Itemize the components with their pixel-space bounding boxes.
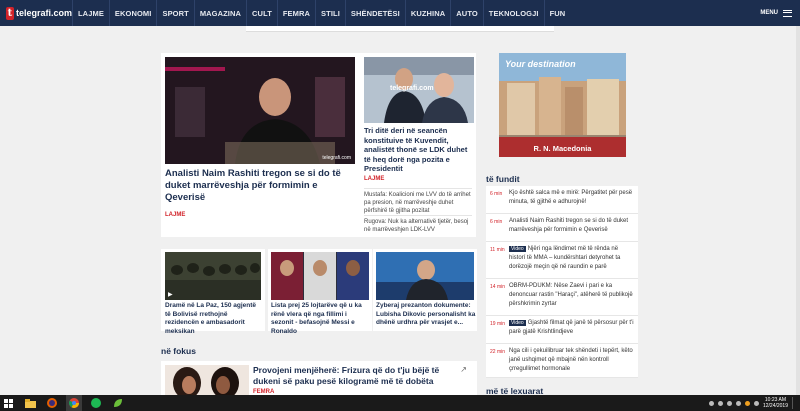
nav-item-fun[interactable]: FUN bbox=[543, 0, 571, 26]
feed-item[interactable]: 19 min Video Gjashtë filmat që janë të pë… bbox=[486, 316, 638, 344]
studio-photo bbox=[165, 57, 355, 164]
nav-item-lajme[interactable]: LAJME bbox=[72, 0, 109, 26]
footballers-photo bbox=[271, 252, 369, 300]
nav-item-auto[interactable]: AUTO bbox=[450, 0, 483, 26]
feed-text[interactable]: Kjo është salca më e mirë: Përgatitet pë… bbox=[509, 189, 634, 210]
nav-item-ekonomi[interactable]: EKONOMI bbox=[108, 0, 157, 26]
related-link-1[interactable]: Mustafa: Koalicioni me LVV do të arrihet… bbox=[364, 188, 472, 215]
ne-fokus-heading[interactable]: në fokus bbox=[161, 346, 196, 356]
feed-time: 11 min bbox=[490, 247, 505, 253]
play-icon: ▶ bbox=[168, 292, 173, 298]
show-desktop-button[interactable] bbox=[792, 397, 796, 409]
menu-button[interactable]: MENU bbox=[760, 0, 792, 26]
feed-text[interactable]: OBRM-PDUKM: Nëse Zaevi i pari e ka denon… bbox=[509, 282, 634, 312]
hair-photo bbox=[165, 365, 249, 395]
second-story-category[interactable]: LAJME bbox=[364, 176, 384, 182]
nav-item-shëndetësi[interactable]: SHËNDETËSI bbox=[344, 0, 405, 26]
main-story-title[interactable]: Analisti Naim Rashiti tregon se si do të… bbox=[165, 168, 355, 204]
ad-headline: Your destination bbox=[505, 59, 576, 69]
hamburger-icon bbox=[783, 9, 792, 17]
feed-text[interactable]: Video Njëri nga lëndimet më të rënda në h… bbox=[509, 245, 634, 275]
main-story-image[interactable]: telegrafi.com bbox=[165, 57, 355, 164]
tray-icon[interactable] bbox=[708, 400, 714, 406]
main-nav: LAJME EKONOMI SPORT MAGAZINA CULT FEMRA STILI S… bbox=[72, 0, 570, 26]
share-icon[interactable]: ↗ bbox=[460, 365, 467, 374]
top-ad-banner[interactable] bbox=[246, 26, 554, 32]
spotify-icon[interactable] bbox=[88, 395, 104, 411]
feed-time: 6 min bbox=[490, 191, 503, 197]
feed-time: 22 min bbox=[490, 349, 506, 355]
small-story-card[interactable]: Zyberaj prezanton dokumente: Lubisha Dik… bbox=[373, 249, 477, 331]
feed-item[interactable]: 22 min Nga cili i çekuilibruar tek shënd… bbox=[486, 344, 638, 378]
second-story-card[interactable]: telegrafi.com Tri ditë deri në seancën k… bbox=[360, 53, 476, 237]
video-badge: Video bbox=[509, 246, 526, 252]
feed-item[interactable]: 6 min Analisti Naim Rashiti tregon se si… bbox=[486, 214, 638, 242]
image-watermark: telegrafi.com bbox=[322, 155, 351, 161]
logo-text: telegrafi.com bbox=[15, 8, 72, 18]
feed-time: 19 min bbox=[490, 321, 506, 327]
feed-item[interactable]: 6 min Kjo është salca më e mirë: Përgati… bbox=[486, 186, 638, 214]
feed-text-body: Gjashtë filmat që janë të përsosur për t… bbox=[509, 320, 634, 335]
feed-item[interactable]: 14 min OBRM-PDUKM: Nëse Zaevi i pari e k… bbox=[486, 279, 638, 316]
nav-item-teknologji[interactable]: TEKNOLOGJI bbox=[482, 0, 544, 26]
fokus-story-title[interactable]: Provojeni menjëherë: Frizura që do t'ju … bbox=[253, 365, 453, 387]
menu-label: MENU bbox=[760, 10, 778, 16]
small-story-title[interactable]: Lista prej 25 lojtarëve që u ka rënë vle… bbox=[271, 302, 371, 336]
te-fundit-heading[interactable]: të fundit bbox=[486, 174, 520, 184]
tray-icon[interactable] bbox=[744, 400, 750, 406]
feed-time: 6 min bbox=[490, 219, 503, 225]
system-tray: 10:23 AM 12/24/2019 bbox=[708, 395, 796, 411]
tray-icon[interactable] bbox=[726, 400, 732, 406]
main-story-card[interactable]: telegrafi.com Analisti Naim Rashiti treg… bbox=[161, 53, 360, 237]
firefox-icon[interactable] bbox=[44, 395, 60, 411]
site-logo[interactable]: t telegrafi.com bbox=[6, 6, 72, 20]
top-navbar: t telegrafi.com LAJME EKONOMI SPORT MAGAZIN… bbox=[0, 0, 800, 26]
chrome-icon[interactable] bbox=[66, 395, 82, 411]
clock-date: 12/24/2019 bbox=[762, 403, 788, 409]
feed-text[interactable]: Nga cili i çekuilibruar tek shëndeti i t… bbox=[509, 347, 634, 374]
fokus-story-card[interactable]: Provojeni menjëherë: Frizura që do t'ju … bbox=[161, 361, 477, 395]
nav-item-magazina[interactable]: MAGAZINA bbox=[193, 0, 246, 26]
logo-mark: t bbox=[6, 6, 14, 20]
police-photo bbox=[165, 252, 261, 300]
small-story-image[interactable] bbox=[376, 252, 474, 300]
nav-item-sport[interactable]: SPORT bbox=[156, 0, 193, 26]
ad-caption: R. N. Macedonia bbox=[533, 144, 592, 153]
te-fundit-feed: 6 min Kjo është salca më e mirë: Përgati… bbox=[486, 186, 638, 378]
feed-text[interactable]: Analisti Naim Rashiti tregon se si do të… bbox=[509, 217, 634, 238]
file-explorer-icon[interactable] bbox=[22, 395, 38, 411]
feed-time: 14 min bbox=[490, 284, 506, 290]
feed-text[interactable]: Video Gjashtë filmat që janë të përsosur … bbox=[509, 319, 634, 340]
system-clock[interactable]: 10:23 AM 12/24/2019 bbox=[763, 397, 788, 409]
windows-start-icon[interactable] bbox=[0, 395, 16, 411]
related-link-2[interactable]: Rugova: Nuk ka alternativë tjetër, besoj… bbox=[364, 215, 472, 234]
second-story-image[interactable]: telegrafi.com bbox=[364, 57, 474, 123]
nav-item-stili[interactable]: STILI bbox=[315, 0, 345, 26]
image-watermark-2: telegrafi.com bbox=[390, 85, 434, 92]
small-story-card[interactable]: Lista prej 25 lojtarëve që u ka rënë vle… bbox=[268, 249, 372, 335]
video-badge: Video bbox=[509, 320, 526, 326]
small-story-card[interactable]: ▶ Dramë në La Paz, 150 agjentë të Bolivi… bbox=[161, 249, 265, 335]
main-story-category[interactable]: LAJME bbox=[165, 212, 185, 218]
nav-item-kuzhina[interactable]: KUZHINA bbox=[404, 0, 450, 26]
small-story-image[interactable] bbox=[271, 252, 369, 300]
tray-icon[interactable] bbox=[717, 400, 723, 406]
page-scrollbar[interactable] bbox=[796, 26, 800, 395]
small-story-title[interactable]: Dramë në La Paz, 150 agjentë të Bolivisë… bbox=[165, 302, 263, 336]
small-story-title[interactable]: Zyberaj prezanton dokumente: Lubisha Dik… bbox=[376, 302, 476, 328]
second-story-title[interactable]: Tri ditë deri në seancën konstituive të … bbox=[364, 126, 474, 174]
fokus-story-image[interactable] bbox=[165, 365, 249, 395]
nav-item-femra[interactable]: FEMRA bbox=[276, 0, 315, 26]
tv-studio-photo bbox=[376, 252, 474, 300]
small-story-image[interactable]: ▶ bbox=[165, 252, 261, 300]
nav-item-cult[interactable]: CULT bbox=[246, 0, 277, 26]
tray-icon[interactable] bbox=[735, 400, 741, 406]
sidebar-ad[interactable]: Your destination R. N. Macedonia bbox=[499, 53, 626, 157]
feed-item[interactable]: 11 min Video Njëri nga lëndimet më të rën… bbox=[486, 242, 638, 279]
app-leaf-icon[interactable] bbox=[110, 395, 126, 411]
volume-icon[interactable] bbox=[753, 400, 759, 406]
os-taskbar: 10:23 AM 12/24/2019 bbox=[0, 395, 800, 411]
